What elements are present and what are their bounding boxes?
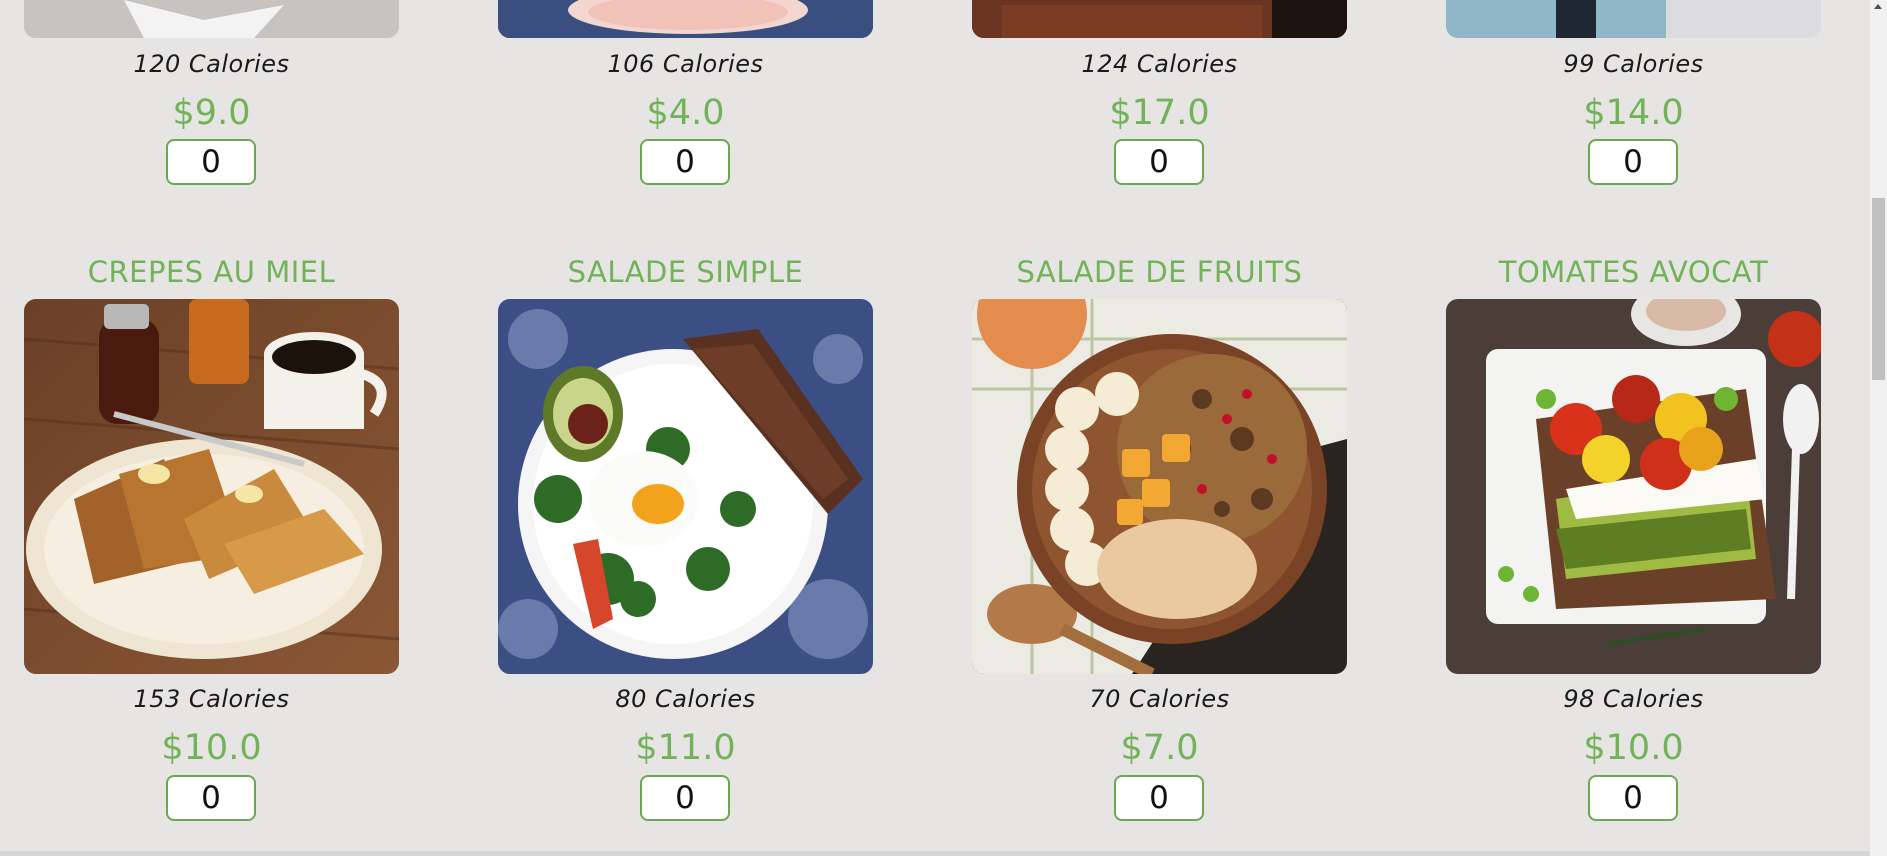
price-label: $4.0: [646, 93, 725, 133]
avocado-toast-photo: [1446, 299, 1821, 674]
price-label: $10.0: [1583, 728, 1684, 768]
price-label: $11.0: [635, 728, 736, 768]
calories-label: 70 Calories: [1089, 685, 1230, 713]
menu-item-image: [972, 0, 1347, 38]
price-label: $14.0: [1583, 93, 1684, 133]
menu-item-title: SALADE SIMPLE: [567, 255, 804, 289]
horizontal-scrollbar[interactable]: [0, 851, 1870, 856]
quantity-input[interactable]: [166, 775, 256, 821]
menu-item-title: TOMATES AVOCAT: [1498, 255, 1769, 289]
menu-item-title: SALADE DE FRUITS: [1016, 255, 1303, 289]
menu-item-image: [1446, 0, 1821, 38]
menu-item-image: [24, 0, 399, 38]
fruit-bowl-photo: [972, 299, 1347, 674]
quantity-input[interactable]: [640, 775, 730, 821]
french-toast-photo: [24, 299, 399, 674]
scrollbar-thumb[interactable]: [1872, 198, 1885, 380]
menu-page: 120 Calories 106 Calories 124 Calories 9…: [0, 0, 1870, 851]
price-label: $9.0: [172, 93, 251, 133]
calories-label: 106 Calories: [607, 50, 764, 78]
menu-item-title: CREPES AU MIEL: [87, 255, 336, 289]
quantity-input[interactable]: [1114, 139, 1204, 185]
quantity-input[interactable]: [1588, 139, 1678, 185]
calories-label: 120 Calories: [133, 50, 290, 78]
vertical-scrollbar[interactable]: [1870, 0, 1887, 856]
calories-label: 80 Calories: [615, 685, 756, 713]
calories-label: 99 Calories: [1563, 50, 1704, 78]
menu-item-image: [498, 0, 873, 38]
calories-label: 98 Calories: [1563, 685, 1704, 713]
price-label: $10.0: [161, 728, 262, 768]
quantity-input[interactable]: [1114, 775, 1204, 821]
calories-label: 153 Calories: [133, 685, 290, 713]
price-label: $7.0: [1120, 728, 1199, 768]
scroll-up-arrow-icon[interactable]: [1874, 4, 1882, 9]
quantity-input[interactable]: [1588, 775, 1678, 821]
calories-label: 124 Calories: [1081, 50, 1238, 78]
price-label: $17.0: [1109, 93, 1210, 133]
egg-salad-photo: [498, 299, 873, 674]
quantity-input[interactable]: [640, 139, 730, 185]
quantity-input[interactable]: [166, 139, 256, 185]
